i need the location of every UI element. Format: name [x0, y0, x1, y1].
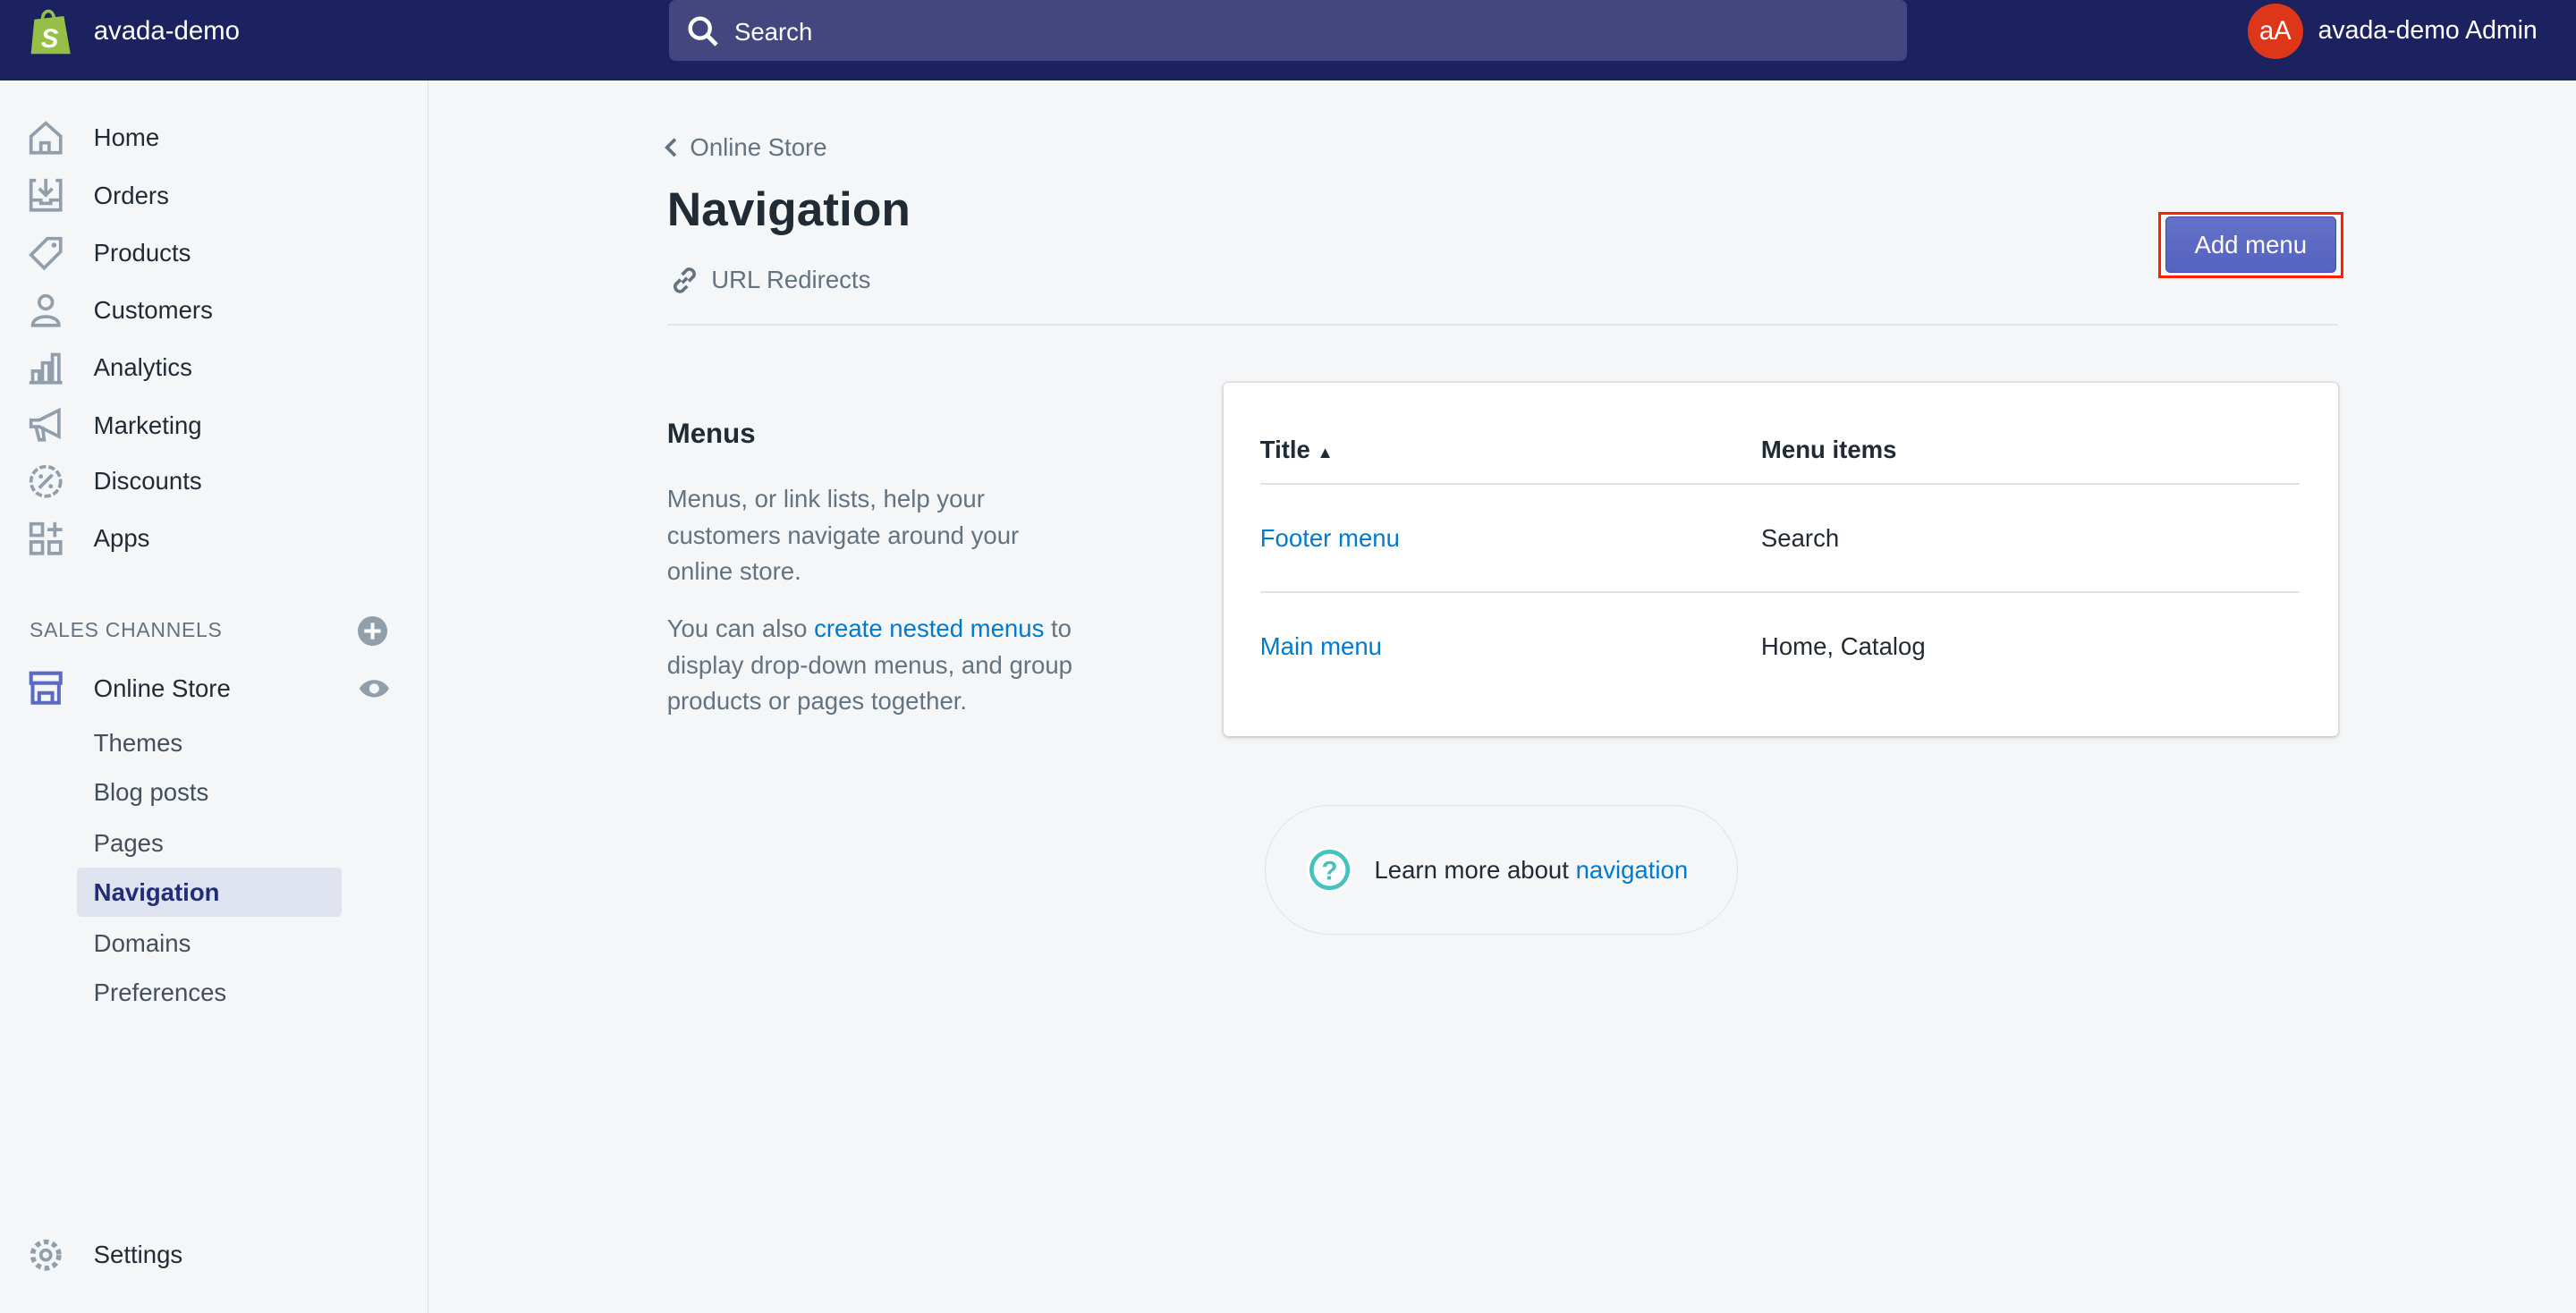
sidebar-subitem-preferences[interactable]: Preferences — [77, 968, 342, 1017]
sidebar-subitem-domains[interactable]: Domains — [77, 919, 342, 968]
url-redirects-label: URL Redirects — [711, 266, 871, 294]
column-title-label: Title — [1259, 435, 1310, 463]
megaphone-icon — [30, 408, 61, 443]
svg-text:?: ? — [1322, 857, 1338, 886]
add-channel-icon[interactable] — [358, 615, 388, 646]
orders-icon — [30, 179, 63, 212]
sidebar-item-label: Settings — [93, 1241, 183, 1269]
sidebar-item-home[interactable]: Home — [28, 116, 159, 159]
svg-text:S: S — [41, 24, 59, 54]
bar-chart-icon — [30, 352, 63, 385]
sidebar-item-label: Orders — [93, 181, 169, 209]
sidebar-item-apps[interactable]: Apps — [28, 518, 149, 561]
create-nested-menus-link[interactable]: create nested menus — [814, 614, 1044, 642]
sidebar-item-label: Discounts — [93, 467, 202, 496]
sidebar-item-products[interactable]: Products — [28, 232, 191, 275]
gear-icon — [30, 1239, 62, 1271]
breadcrumb[interactable]: Online Store — [664, 133, 827, 162]
learn-more-text: Learn more about — [1374, 855, 1576, 884]
sidebar-item-label: Online Store — [93, 673, 231, 702]
column-header-menu-items: Menu items — [1760, 435, 1897, 463]
top-bar: S avada-demo Search aA avada-demo Admin — [0, 0, 2576, 80]
sidebar-item-label: Products — [93, 238, 191, 267]
user-name[interactable]: avada-demo Admin — [2318, 16, 2538, 46]
sidebar-item-online-store[interactable]: Online Store — [28, 667, 231, 710]
page-title: Navigation — [666, 182, 911, 236]
chevron-left-icon — [665, 138, 677, 157]
store-name[interactable]: avada-demo — [94, 16, 240, 47]
link-icon — [673, 267, 696, 293]
column-header-title[interactable]: Title ▲ — [1260, 436, 1334, 464]
sidebar-item-analytics[interactable]: Analytics — [28, 347, 192, 390]
home-icon — [30, 121, 63, 155]
sidebar-item-label: Customers — [93, 296, 213, 325]
eye-icon[interactable] — [358, 677, 391, 700]
url-redirects-link[interactable]: URL Redirects — [669, 265, 871, 296]
header-divider — [1259, 482, 2301, 485]
sort-ascending-icon: ▲ — [1317, 442, 1334, 462]
row-divider — [1259, 591, 2301, 594]
help-icon: ? — [1307, 846, 1353, 894]
navigation-help-link[interactable]: navigation — [1576, 856, 1689, 885]
sidebar-subitem-blog-posts[interactable]: Blog posts — [77, 767, 342, 817]
shopify-logo-icon[interactable]: S — [28, 6, 73, 55]
sidebar-subitem-navigation[interactable]: Navigation — [77, 867, 343, 917]
discount-icon — [30, 464, 63, 498]
breadcrumb-label: Online Store — [690, 132, 827, 161]
menu-items-cell: Home, Catalog — [1760, 632, 1926, 661]
avatar[interactable]: aA — [2247, 3, 2304, 60]
divider — [666, 323, 2338, 326]
menu-title-link[interactable]: Main menu — [1260, 632, 1382, 661]
store-icon — [29, 671, 63, 706]
sidebar-subitem-pages[interactable]: Pages — [77, 818, 342, 868]
sidebar-subitem-themes[interactable]: Themes — [77, 718, 342, 767]
sidebar-item-orders[interactable]: Orders — [28, 174, 169, 217]
sidebar-item-label: Home — [93, 123, 160, 152]
search-placeholder: Search — [733, 18, 813, 47]
search-icon — [688, 15, 718, 47]
menu-title-link[interactable]: Footer menu — [1260, 524, 1400, 553]
search-input[interactable]: Search — [668, 0, 1908, 61]
nested-menus-text: You can also create nested menus to disp… — [667, 611, 1119, 719]
apps-icon — [30, 522, 63, 555]
menu-items-cell: Search — [1760, 523, 1840, 552]
tag-icon — [29, 236, 63, 270]
menus-heading: Menus — [666, 417, 756, 449]
sidebar-item-discounts[interactable]: Discounts — [28, 460, 202, 503]
nested-pre: You can also — [666, 614, 815, 643]
sidebar: Home Orders Products Customers Analytics… — [0, 80, 428, 1313]
sidebar-item-customers[interactable]: Customers — [28, 289, 213, 332]
menus-description: Menus, or link lists, help your customer… — [666, 485, 1020, 585]
add-menu-button[interactable]: Add menu — [2165, 216, 2336, 273]
sidebar-item-marketing[interactable]: Marketing — [28, 404, 202, 447]
sales-channels-heading: SALES CHANNELS — [30, 617, 223, 641]
person-icon — [30, 293, 61, 327]
learn-more-pill: ? Learn more about navigation — [1265, 804, 1739, 936]
sidebar-item-settings[interactable]: Settings — [28, 1233, 182, 1276]
sidebar-item-label: Apps — [93, 524, 150, 553]
menus-card: Title ▲ Menu items Footer menu Search Ma… — [1224, 382, 2338, 736]
sidebar-item-label: Analytics — [93, 353, 192, 382]
sidebar-item-label: Marketing — [93, 411, 202, 439]
